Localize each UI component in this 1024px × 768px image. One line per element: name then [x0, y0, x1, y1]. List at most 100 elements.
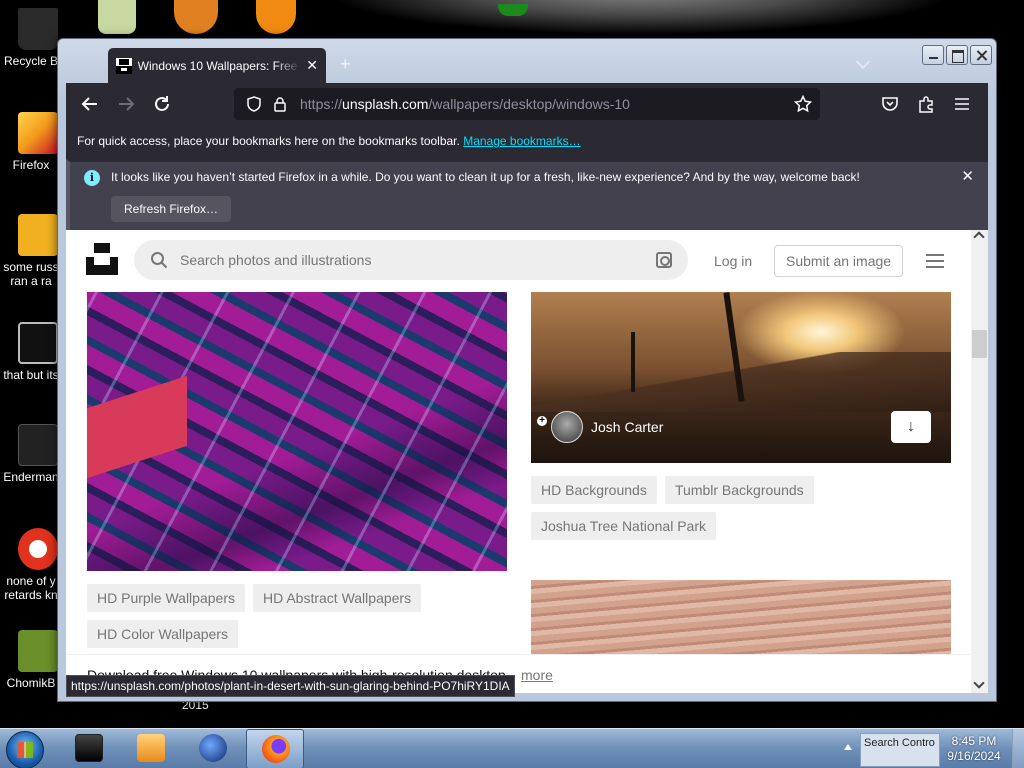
forward-arrow-icon — [119, 97, 135, 111]
photo-author-name[interactable]: Josh Carter — [591, 419, 663, 435]
refresh-firefox-button[interactable]: Refresh Firefox… — [111, 196, 232, 222]
desktop-icon-label: ChomikB — [6, 676, 56, 690]
app-menu-button[interactable] — [944, 86, 980, 122]
plus-badge-icon: + — [537, 416, 547, 426]
maximize-button[interactable] — [946, 45, 968, 65]
taskbar: Search Contro 8:45 PM 9/16/2024 — [0, 728, 1024, 768]
taskbar-app-globe[interactable] — [184, 729, 242, 768]
read-more-link[interactable]: more — [521, 667, 553, 683]
manage-bookmarks-link[interactable]: Manage bookmarks… — [463, 134, 580, 148]
notification-close-icon[interactable]: ✕ — [961, 167, 974, 185]
photo-desert-sand[interactable] — [531, 580, 951, 660]
photo-desert-sunset[interactable]: + Josh Carter ↓ — [531, 292, 951, 463]
visual-search-icon[interactable] — [656, 252, 672, 268]
taskbar-app-firefox[interactable] — [246, 729, 304, 768]
desktop-icon-chomik[interactable]: ChomikB — [0, 630, 62, 690]
list-all-tabs-icon[interactable] — [855, 54, 871, 70]
file-icon — [18, 322, 58, 364]
bookmark-star-icon[interactable] — [794, 95, 812, 113]
tag-link[interactable]: HD Backgrounds — [531, 476, 657, 504]
tag-link[interactable]: HD Color Wallpapers — [87, 620, 238, 648]
unsplash-logo[interactable] — [86, 243, 118, 275]
back-button[interactable] — [72, 86, 108, 122]
desktop-icon-partial[interactable] — [98, 0, 136, 34]
taskbar-app-media-player[interactable] — [122, 729, 180, 768]
file-icon — [18, 214, 58, 256]
reload-icon — [155, 96, 169, 111]
file-icon — [18, 528, 58, 570]
taskbar-clock[interactable]: 8:45 PM 9/16/2024 — [938, 734, 1010, 764]
submit-image-button[interactable]: Submit an image — [774, 245, 904, 277]
show-hidden-icons-icon[interactable] — [844, 744, 852, 750]
close-window-button[interactable] — [970, 45, 992, 65]
tray-preview[interactable]: Search Contro — [860, 733, 940, 767]
tracking-protection-shield-icon[interactable] — [246, 96, 262, 112]
search-input[interactable]: Search photos and illustrations — [134, 240, 688, 280]
photo-purple-building[interactable] — [87, 292, 507, 571]
wallpaper-detail — [498, 4, 528, 16]
page-scrollbar[interactable] — [971, 230, 988, 693]
login-link[interactable]: Log in — [714, 253, 752, 269]
web-page: Search photos and illustrations Log in S… — [66, 230, 971, 693]
tab-title: Windows 10 Wallpapers: Free HD Download — [137, 58, 301, 73]
lock-icon[interactable] — [272, 96, 288, 112]
clock-time: 8:45 PM — [951, 734, 997, 748]
download-icon[interactable]: ↓ — [891, 411, 931, 443]
url-text: https://unsplash.com/wallpapers/desktop/… — [300, 96, 630, 112]
desktop-icon-firefox[interactable]: Firefox — [0, 112, 62, 172]
reload-button[interactable] — [144, 86, 180, 122]
tab-close-icon[interactable]: ✕ — [306, 57, 318, 74]
hamburger-menu-icon — [955, 98, 969, 110]
firefox-window: Windows 10 Wallpapers: Free HD Download … — [57, 38, 997, 702]
desktop-icon-enderman[interactable]: Enderman — [0, 424, 62, 484]
tag-link[interactable]: Joshua Tree National Park — [531, 512, 716, 540]
notification-message: It looks like you haven’t started Firefo… — [111, 170, 860, 184]
minimize-button[interactable] — [922, 45, 944, 65]
status-link-preview: https://unsplash.com/photos/plant-in-des… — [66, 675, 515, 697]
desktop-icon-partial[interactable] — [174, 0, 218, 34]
search-placeholder: Search photos and illustrations — [180, 252, 372, 268]
desktop-icon-label: Enderman — [3, 470, 59, 484]
desktop-icon-file-2[interactable]: that but its — [0, 322, 62, 382]
window-controls — [922, 45, 992, 65]
unsplash-favicon-icon — [116, 57, 132, 74]
clock-date: 9/16/2024 — [947, 749, 1001, 763]
desktop-icon-partial[interactable] — [256, 0, 296, 34]
extensions-button[interactable] — [908, 86, 944, 122]
site-menu-icon[interactable] — [926, 254, 944, 272]
desktop-icon-label: Firefox — [12, 158, 50, 172]
desktop-icon-label: Recycle B — [3, 54, 59, 68]
file-icon — [18, 630, 58, 672]
tag-link[interactable]: HD Abstract Wallpapers — [253, 584, 422, 612]
forward-button[interactable] — [108, 86, 144, 122]
file-icon — [18, 424, 58, 466]
media-player-icon — [137, 734, 165, 762]
bookmarks-toolbar: For quick access, place your bookmarks h… — [66, 125, 988, 159]
pocket-icon — [882, 97, 898, 111]
firefox-icon — [262, 735, 290, 763]
avatar[interactable] — [551, 411, 583, 443]
desktop-icon-label: none of y retards kn — [4, 574, 58, 602]
tag-link[interactable]: HD Purple Wallpapers — [87, 584, 245, 612]
search-icon — [151, 252, 168, 269]
cmd-icon — [75, 734, 103, 762]
notification-bar: i It looks like you haven’t started Fire… — [66, 159, 988, 230]
scroll-up-icon[interactable] — [973, 231, 985, 243]
desktop-icon-file-3[interactable]: none of y retards kn — [0, 528, 62, 602]
tab-active[interactable]: Windows 10 Wallpapers: Free HD Download … — [108, 48, 326, 83]
back-arrow-icon — [81, 97, 97, 111]
info-icon: i — [84, 170, 100, 186]
desktop-icon-file-1[interactable]: some russ ran a ra — [0, 214, 62, 288]
scroll-thumb[interactable] — [972, 330, 987, 358]
url-bar[interactable]: https://unsplash.com/wallpapers/desktop/… — [234, 88, 820, 120]
tag-link[interactable]: Tumblr Backgrounds — [665, 476, 814, 504]
scroll-down-icon[interactable] — [973, 677, 985, 689]
new-tab-button[interactable]: + — [340, 54, 351, 75]
start-button[interactable] — [6, 731, 44, 768]
pocket-button[interactable] — [872, 86, 908, 122]
navigation-toolbar: https://unsplash.com/wallpapers/desktop/… — [66, 83, 988, 125]
show-desktop-button[interactable] — [1012, 729, 1024, 768]
puzzle-piece-icon — [919, 96, 933, 113]
taskbar-app-cmd[interactable] — [60, 729, 118, 768]
desktop-icon-recycle-bin[interactable]: Recycle B — [0, 8, 62, 68]
